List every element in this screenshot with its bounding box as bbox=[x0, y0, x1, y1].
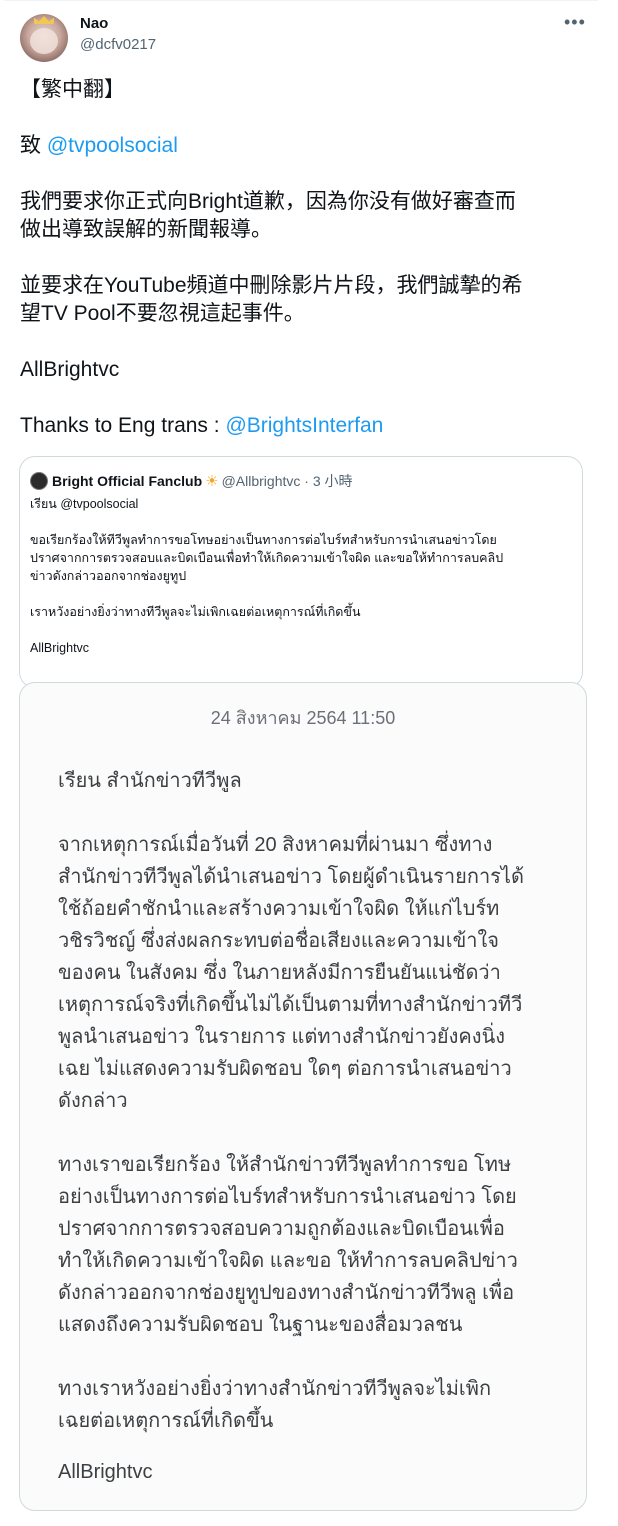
divider bbox=[4, 0, 598, 1]
image-line: ทางเราขอเรียกร้อง ให้สำนักข่าวทีวีพูลทำก… bbox=[58, 1154, 512, 1176]
image-letter-text: เรียน สำนักข่าวทีวีพูล จากเหตุการณ์เมื่อ… bbox=[58, 765, 558, 1437]
to-prefix: 致 bbox=[20, 134, 47, 157]
tweet-line: 【繁中翻】 bbox=[20, 78, 125, 101]
thanks-prefix: Thanks to Eng trans : bbox=[20, 414, 226, 437]
image-line: ดังกล่าวออกจากช่องยูทูปของทางสำนักข่าวที… bbox=[58, 1282, 515, 1304]
tweet-header: Nao @dcfv0217 ••• bbox=[20, 12, 600, 62]
image-line: วชิรวิชญ์ ซึ่งส่งผลกระทบต่อชื่อเสียงและค… bbox=[58, 930, 499, 952]
mention-link[interactable]: @tvpoolsocial bbox=[47, 134, 178, 157]
tweet-line: 致 @tvpoolsocial bbox=[20, 132, 590, 160]
tweet-line: 望TV Pool不要忽視這起事件。 bbox=[20, 302, 305, 325]
avatar-face bbox=[30, 28, 58, 54]
tweet-text: 【繁中翻】 致 @tvpoolsocial 我們要求你正式向Bright道歉，因… bbox=[20, 76, 590, 440]
quoted-line: AllBrightvc bbox=[30, 641, 90, 655]
quoted-handle[interactable]: @Allbrightvc bbox=[222, 473, 301, 489]
avatar[interactable] bbox=[20, 14, 68, 62]
image-line: ทางเราหวังอย่างยิ่งว่าทางสำนักข่าวทีวีพู… bbox=[58, 1378, 492, 1400]
tweet-line: Thanks to Eng trans : @BrightsInterfan bbox=[20, 412, 590, 440]
more-options-icon[interactable]: ••• bbox=[564, 12, 586, 33]
image-line: ของคน ในสังคม ซึ่ง ในภายหลังมีการยืนยันแ… bbox=[58, 962, 501, 984]
quoted-timestamp[interactable]: · 3 小時 bbox=[304, 473, 352, 489]
quoted-line: ขอเรียกร้องให้ทีวีพูลทำการขอโทษอย่างเป็น… bbox=[30, 533, 497, 547]
display-name[interactable]: Nao bbox=[80, 15, 108, 32]
tweet-line: 做出導致誤解的新聞報導。 bbox=[20, 218, 272, 241]
image-line: อย่างเป็นทางการต่อไบร์ทสำหรับการนำเสนอข่… bbox=[58, 1186, 517, 1208]
quoted-line: ปราศจากการตรวจสอบและบิดเบือนเพื่อทำให้เก… bbox=[30, 551, 504, 565]
quoted-tweet-text: เรียน @tvpoolsocial ขอเรียกร้องให้ทีวีพู… bbox=[30, 495, 570, 657]
crown-icon bbox=[34, 16, 54, 24]
tweet-line: AllBrightvc bbox=[20, 358, 120, 381]
image-line: เรียน สำนักข่าวทีวีพูล bbox=[58, 770, 242, 792]
image-line: ดังกล่าว bbox=[58, 1090, 128, 1112]
image-line: สำนักข่าวทีวีพูลได้นำเสนอข่าว โดยผู้ดำเน… bbox=[58, 866, 524, 888]
quoted-line: ข่าวดังกล่าวออกจากช่องยูทูป bbox=[30, 569, 187, 583]
image-line: พูลนำเสนอข่าว ในรายการ แต่ทางสำนักข่าวยั… bbox=[58, 1026, 506, 1048]
image-line: แสดงถึงความรับผิดชอบ ในฐานะของสื่อมวลชน bbox=[58, 1314, 463, 1336]
image-line: ใช้ถ้อยคำชักนำและสร้างความเข้าใจผิด ให้แ… bbox=[58, 898, 500, 920]
quoted-tweet-header: Bright Official Fanclub ☀ @Allbrightvc · 3… bbox=[30, 471, 353, 491]
image-signature: AllBrightvc bbox=[58, 1461, 153, 1483]
image-line: เฉย ไม่แสดงความรับผิดชอบ ใดๆ ต่อการนำเสน… bbox=[58, 1058, 512, 1080]
image-line: เหตุการณ์จริงที่เกิดขึ้นไม่ได้เป็นตามที่… bbox=[58, 994, 523, 1016]
image-date: 24 สิงหาคม 2564 11:50 bbox=[210, 708, 396, 728]
mention-link[interactable]: @BrightsInterfan bbox=[225, 414, 383, 437]
avatar[interactable] bbox=[30, 472, 48, 490]
quoted-display-name[interactable]: Bright Official Fanclub bbox=[52, 473, 202, 489]
quoted-tweet[interactable]: Bright Official Fanclub ☀ @Allbrightvc · 3… bbox=[19, 456, 583, 688]
image-line: ทำให้เกิดความเข้าใจผิด และขอ ให้ทำการลบค… bbox=[58, 1250, 518, 1272]
quoted-line: เราหวังอย่างยิ่งว่าทางทีวีพูลจะไม่เพิกเฉ… bbox=[30, 605, 361, 619]
image-line: เฉยต่อเหตุการณ์ที่เกิดขึ้น bbox=[58, 1410, 274, 1432]
sun-icon: ☀ bbox=[205, 473, 219, 490]
tweet-line: 並要求在YouTube頻道中刪除影片片段，我們誠摯的希 bbox=[20, 274, 523, 297]
image-line: ปราศจากการตรวจสอบความถูกต้องและบิดเบือนเ… bbox=[58, 1218, 505, 1240]
tweet-line: 我們要求你正式向Bright道歉，因為你没有做好審查而 bbox=[20, 190, 516, 213]
user-handle[interactable]: @dcfv0217 bbox=[80, 36, 156, 53]
quoted-line: เรียน @tvpoolsocial bbox=[30, 497, 139, 511]
image-line: จากเหตุการณ์เมื่อวันที่ 20 สิงหาคมที่ผ่า… bbox=[58, 834, 493, 856]
attached-image[interactable]: 24 สิงหาคม 2564 11:50 เรียน สำนักข่าวทีว… bbox=[19, 682, 587, 1511]
